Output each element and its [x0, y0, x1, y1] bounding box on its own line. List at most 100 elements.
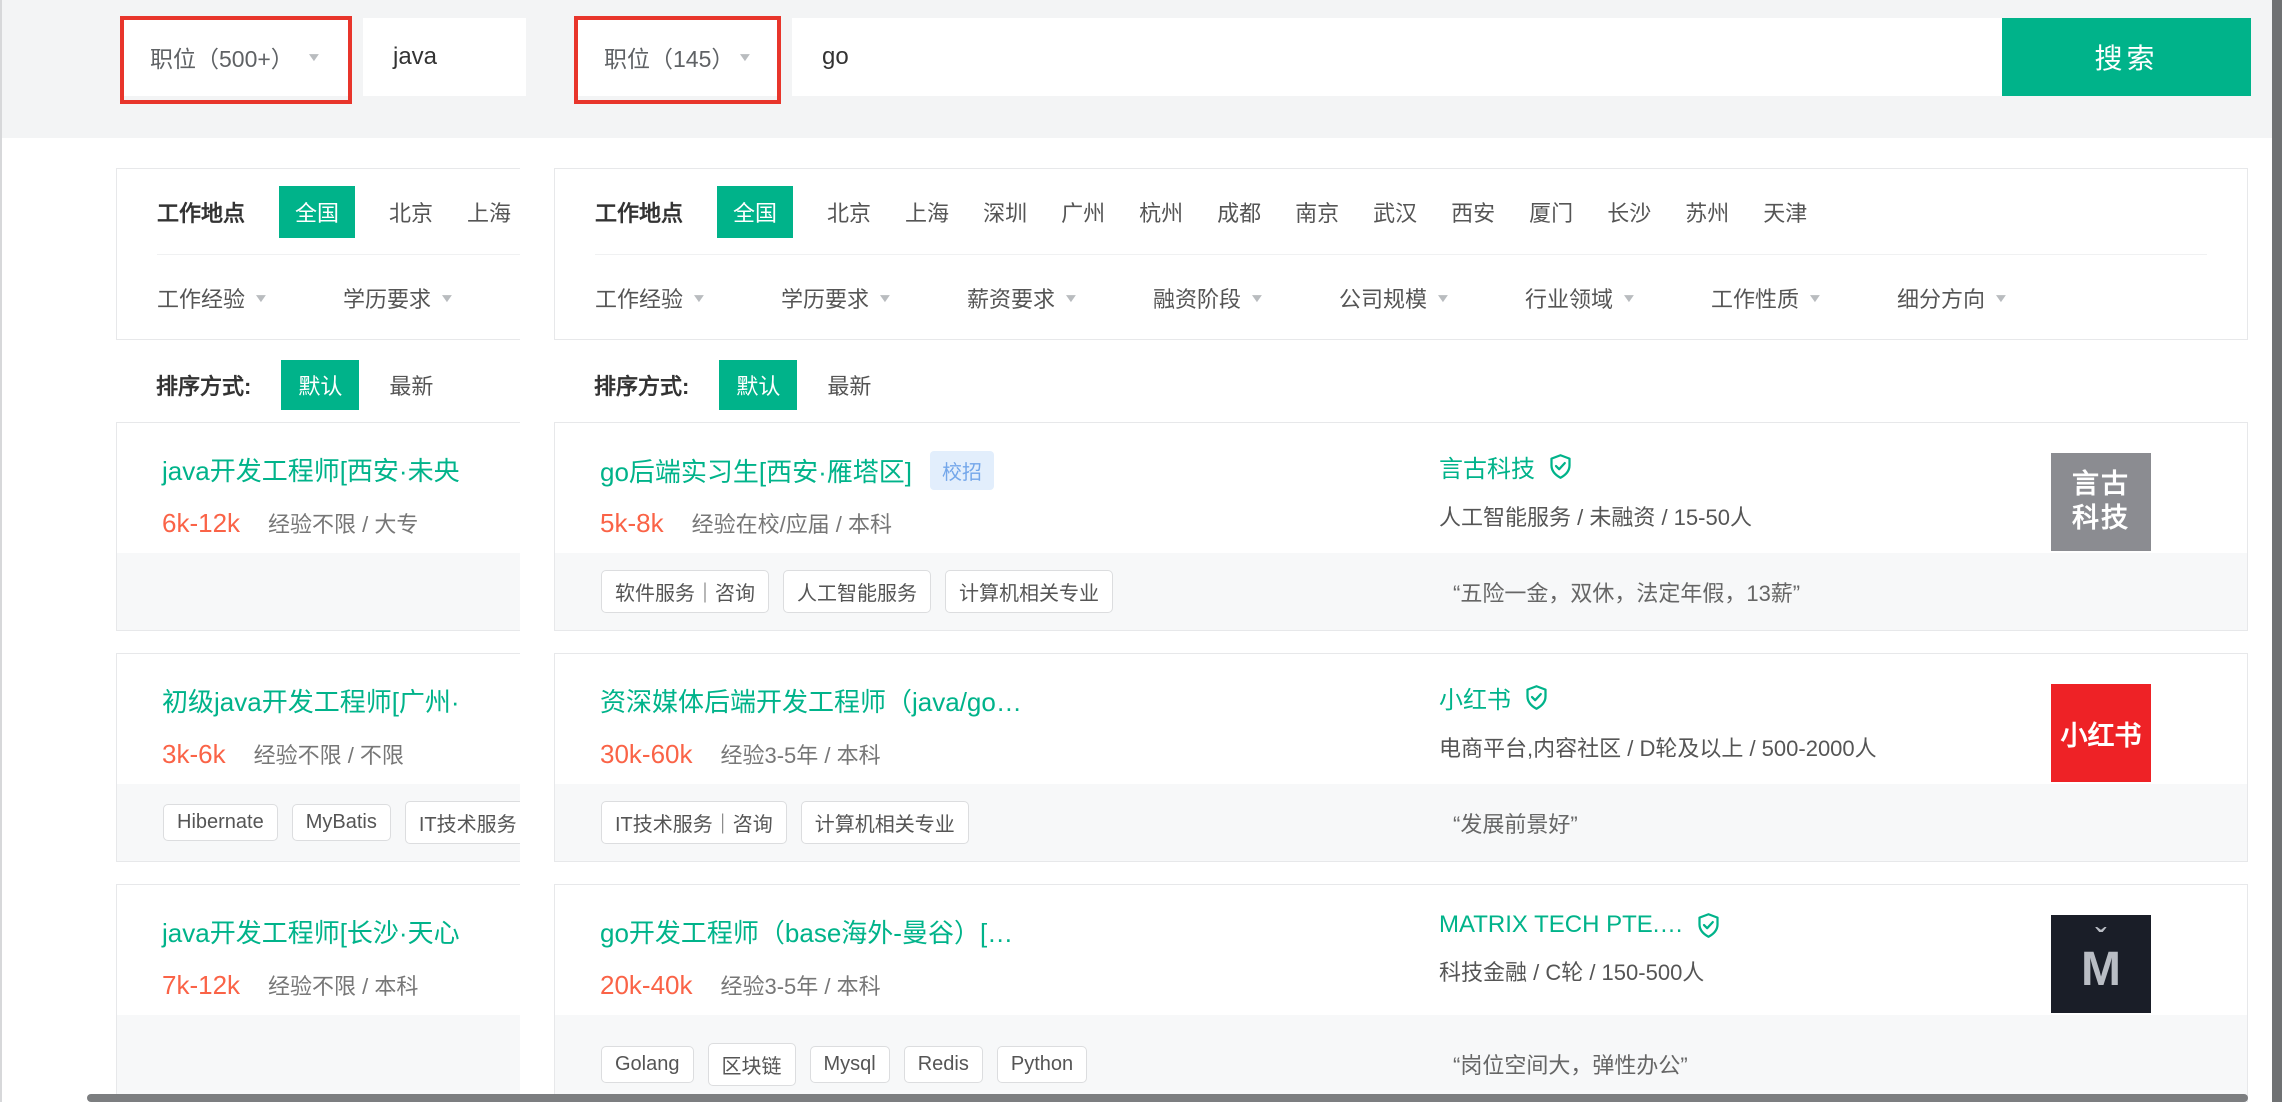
city-item[interactable]: 厦门	[1529, 196, 1573, 228]
sort-newest[interactable]: 最新	[389, 369, 433, 401]
filter-company-size[interactable]: 公司规模▼	[1339, 282, 1451, 314]
job-meta: 经验不限 / 本科	[268, 969, 418, 1001]
city-item[interactable]: 杭州	[1139, 196, 1183, 228]
job-title[interactable]: go后端实习生[西安·雁塔区]	[600, 452, 912, 489]
filter-education[interactable]: 学历要求▼	[343, 282, 455, 314]
chevron-down-icon: ▼	[253, 291, 270, 305]
city-item[interactable]: 西安	[1451, 196, 1495, 228]
category-select-left-label: 职位（500+）	[150, 40, 294, 74]
chevron-down-icon: ▼	[1993, 291, 2010, 305]
job-meta: 经验不限 / 大专	[268, 507, 418, 539]
company-name[interactable]: MATRIX TECH PTE.…	[1439, 911, 1722, 939]
location-filter-row: 工作地点 全国 北京 上海 深圳	[117, 169, 520, 254]
company-logo-xiaohongshu[interactable]: 小红书	[2051, 684, 2151, 782]
job-card-footer	[117, 553, 520, 630]
filter-box: 工作地点 全国 北京 上海 深圳 广州 杭州 成都 南京 武汉 西安 厦门 长沙…	[554, 168, 2248, 340]
job-title[interactable]: 初级java开发工程师[广州·	[162, 682, 460, 719]
city-item[interactable]: 长沙	[1607, 196, 1651, 228]
job-salary: 20k-40k	[600, 970, 693, 1001]
filter-salary[interactable]: 薪资要求▼	[967, 282, 1079, 314]
chevron-down-icon: ▼	[1435, 291, 1452, 305]
chevron-down-icon: ▼	[737, 50, 754, 64]
job-title[interactable]: java开发工程师[长沙·天心	[162, 913, 460, 950]
city-item[interactable]: 广州	[1061, 196, 1105, 228]
job-meta: 经验3-5年 / 本科	[721, 969, 881, 1001]
job-card-footer: IT技术服务｜咨询 计算机相关专业 “发展前景好”	[555, 784, 2247, 861]
job-tag: IT技术服务｜咨询	[405, 801, 520, 844]
city-item[interactable]: 深圳	[983, 196, 1027, 228]
vertical-scrollbar[interactable]	[2272, 0, 2282, 1102]
job-tag: 区块链	[708, 1043, 796, 1086]
city-item[interactable]: 北京	[389, 196, 433, 228]
filter-industry[interactable]: 行业领域▼	[1525, 282, 1637, 314]
city-all-selected[interactable]: 全国	[279, 186, 355, 238]
job-card[interactable]: go开发工程师（base海外-曼谷）[… 20k-40k 经验3-5年 / 本科…	[554, 884, 2248, 1102]
chevron-down-icon: ▼	[1807, 291, 1824, 305]
job-card-footer: Hibernate MyBatis IT技术服务｜咨询	[117, 784, 520, 861]
city-item[interactable]: 成都	[1217, 196, 1261, 228]
city-item[interactable]: 武汉	[1373, 196, 1417, 228]
city-item[interactable]: 天津	[1763, 196, 1807, 228]
job-meta: 经验在校/应届 / 本科	[692, 507, 892, 539]
sort-row: 排序方式: 默认 最新	[116, 360, 520, 410]
company-quote: “五险一金，双休，法定年假，13薪”	[1453, 576, 1800, 608]
filter-funding-stage[interactable]: 融资阶段▼	[1153, 282, 1265, 314]
job-tag: Hibernate	[163, 804, 278, 841]
category-select-right[interactable]: 职位（145） ▼	[578, 18, 777, 96]
job-card-footer: 软件服务｜咨询 人工智能服务 计算机相关专业 “五险一金，双休，法定年假，13薪…	[555, 553, 2247, 630]
category-select-left[interactable]: 职位（500+） ▼	[124, 18, 348, 96]
city-item[interactable]: 苏州	[1685, 196, 1729, 228]
filter-experience[interactable]: 工作经验▼	[595, 282, 707, 314]
job-tag: 计算机相关专业	[801, 801, 969, 844]
search-input-go[interactable]: go	[792, 18, 2002, 96]
sort-default[interactable]: 默认	[719, 360, 797, 410]
filter-subdivision[interactable]: 细分方向▼	[1897, 282, 2009, 314]
search-input-java[interactable]: java	[363, 18, 526, 96]
job-card[interactable]: java开发工程师[长沙·天心 7k-12k 经验不限 / 本科	[116, 884, 520, 1102]
job-salary: 3k-6k	[162, 739, 226, 770]
job-title[interactable]: go开发工程师（base海外-曼谷）[…	[600, 913, 1013, 950]
job-title[interactable]: 资深媒体后端开发工程师（java/go…	[600, 682, 1022, 719]
company-name[interactable]: 小红书	[1439, 680, 1877, 715]
job-tag: Golang	[601, 1046, 694, 1083]
city-item[interactable]: 上海	[905, 196, 949, 228]
filter-experience[interactable]: 工作经验▼	[157, 282, 269, 314]
sort-label: 排序方式:	[594, 369, 689, 401]
company-block: 小红书 电商平台,内容社区 / D轮及以上 / 500-2000人	[1439, 680, 1877, 763]
job-tag: Mysql	[810, 1046, 890, 1083]
city-item[interactable]: 上海	[467, 196, 511, 228]
location-label: 工作地点	[595, 196, 683, 228]
results-panel-java: 工作地点 全国 北京 上海 深圳 工作经验▼ 学历要求▼ 薪资要求▼ 排序方式:…	[116, 168, 520, 1102]
dropdown-filter-row: 工作经验▼ 学历要求▼ 薪资要求▼ 融资阶段▼ 公司规模▼ 行业领域▼ 工作性质…	[555, 255, 2247, 340]
sort-newest[interactable]: 最新	[827, 369, 871, 401]
chevron-down-icon: ▼	[1063, 291, 1080, 305]
sort-label: 排序方式:	[156, 369, 251, 401]
horizontal-scrollbar[interactable]	[87, 1094, 2248, 1102]
company-name[interactable]: 言古科技	[1439, 449, 1752, 484]
company-logo-yangu[interactable]: 言古 科技	[2051, 453, 2151, 551]
job-card[interactable]: 资深媒体后端开发工程师（java/go… 30k-60k 经验3-5年 / 本科…	[554, 653, 2248, 862]
job-card-footer: Golang 区块链 Mysql Redis Python “岗位空间大，弹性办…	[555, 1015, 2247, 1102]
chevron-down-icon: ▼	[691, 291, 708, 305]
sort-row: 排序方式: 默认 最新	[554, 360, 2248, 410]
city-item[interactable]: 北京	[827, 196, 871, 228]
job-tag: 计算机相关专业	[945, 570, 1113, 613]
job-tag: 软件服务｜咨询	[601, 570, 769, 613]
city-item[interactable]: 南京	[1295, 196, 1339, 228]
job-card[interactable]: java开发工程师[西安·未央 6k-12k 经验不限 / 大专	[116, 422, 520, 631]
location-label: 工作地点	[157, 196, 245, 228]
job-card[interactable]: 初级java开发工程师[广州· 3k-6k 经验不限 / 不限 Hibernat…	[116, 653, 520, 862]
job-title[interactable]: java开发工程师[西安·未央	[162, 451, 460, 488]
company-logo-matrix[interactable]: ˇ M	[2051, 915, 2151, 1013]
filter-education[interactable]: 学历要求▼	[781, 282, 893, 314]
job-salary: 30k-60k	[600, 739, 693, 770]
location-filter-row: 工作地点 全国 北京 上海 深圳 广州 杭州 成都 南京 武汉 西安 厦门 长沙…	[555, 169, 2247, 254]
filter-job-nature[interactable]: 工作性质▼	[1711, 282, 1823, 314]
job-card-footer	[117, 1015, 520, 1102]
city-all-selected[interactable]: 全国	[717, 186, 793, 238]
search-button[interactable]: 搜索	[2002, 18, 2251, 96]
sort-default[interactable]: 默认	[281, 360, 359, 410]
job-card[interactable]: go后端实习生[西安·雁塔区] 校招 5k-8k 经验在校/应届 / 本科 言古…	[554, 422, 2248, 631]
top-search-bar: 职位（500+） ▼ java 职位（145） ▼ go 搜索	[2, 0, 2274, 138]
job-tag: 人工智能服务	[783, 570, 931, 613]
